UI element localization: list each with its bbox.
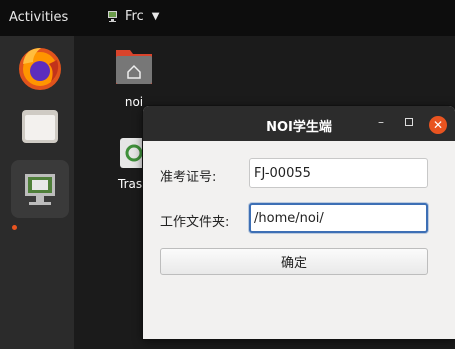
home-folder-icon [116,50,152,84]
running-indicator [12,225,17,230]
app-menu-label: Frc [125,9,144,24]
dock-item-noi[interactable] [11,160,69,218]
app-menu[interactable]: Frc ▼ [106,9,159,24]
dock-item-firefox[interactable] [11,38,69,96]
screen: Activities Frc ▼ noi Tras NOI学生端 – ✕ 准考证… [0,0,455,349]
top-bar: Activities Frc ▼ [0,0,455,36]
work-folder-field[interactable] [249,203,428,233]
dock-item-files[interactable] [11,98,69,156]
noi-client-dialog: NOI学生端 – ✕ 准考证号: 工作文件夹: 确定 [143,106,455,339]
confirm-button[interactable]: 确定 [160,248,428,275]
dock [0,36,74,349]
chevron-down-icon: ▼ [151,11,160,22]
app-menu-icon [108,11,117,22]
activities-button[interactable]: Activities [9,10,68,25]
maximize-icon[interactable] [401,114,417,130]
minimize-icon[interactable]: – [373,114,389,130]
work-folder-label: 工作文件夹: [160,215,230,230]
firefox-icon [19,48,61,90]
desktop-icon-noi[interactable]: noi [110,44,158,109]
close-icon[interactable]: ✕ [429,116,447,134]
ticket-number-label: 准考证号: [160,170,217,185]
files-icon [22,110,58,143]
window-titlebar[interactable]: NOI学生端 – ✕ [143,106,455,141]
noi-client-icon [25,174,55,205]
ticket-number-field[interactable] [249,158,428,188]
